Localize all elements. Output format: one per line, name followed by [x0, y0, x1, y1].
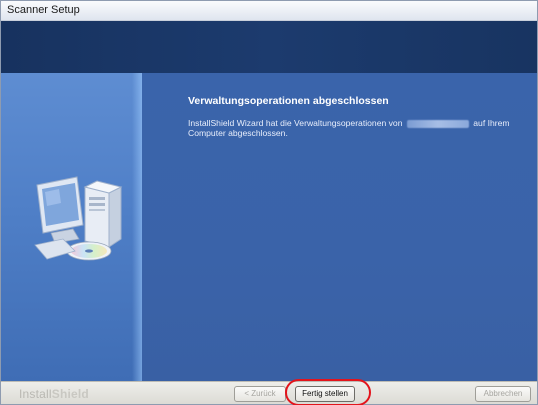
title-bar: Scanner Setup — [1, 1, 537, 21]
finish-highlight-ring — [285, 379, 371, 405]
content-panel: Verwaltungsoperationen abgeschlossen Ins… — [142, 73, 537, 381]
cancel-button[interactable]: Abbrechen — [475, 386, 531, 402]
window-title: Scanner Setup — [7, 4, 80, 16]
redacted-product-name — [406, 119, 469, 128]
message-text-start: InstallShield Wizard hat die Verwaltungs… — [188, 118, 403, 128]
installshield-logo: InstallShield — [19, 387, 89, 401]
completion-message: InstallShield Wizard hat die Verwaltungs… — [188, 118, 523, 138]
brand-part2: Shield — [51, 387, 89, 401]
completion-heading: Verwaltungsoperationen abgeschlossen — [188, 95, 389, 107]
wizard-body: Verwaltungsoperationen abgeschlossen Ins… — [1, 73, 537, 381]
left-graphic-panel — [1, 73, 142, 381]
back-button[interactable]: < Zurück — [234, 386, 286, 402]
brand-part1: Install — [19, 387, 52, 401]
header-banner — [1, 21, 537, 73]
installer-window: Scanner Setup Verwaltungsoperationen abg… — [0, 0, 538, 405]
button-bar: InstallShield < Zurück Fertig stellen Ab… — [1, 381, 537, 404]
computer-with-cd-icon — [34, 176, 123, 261]
